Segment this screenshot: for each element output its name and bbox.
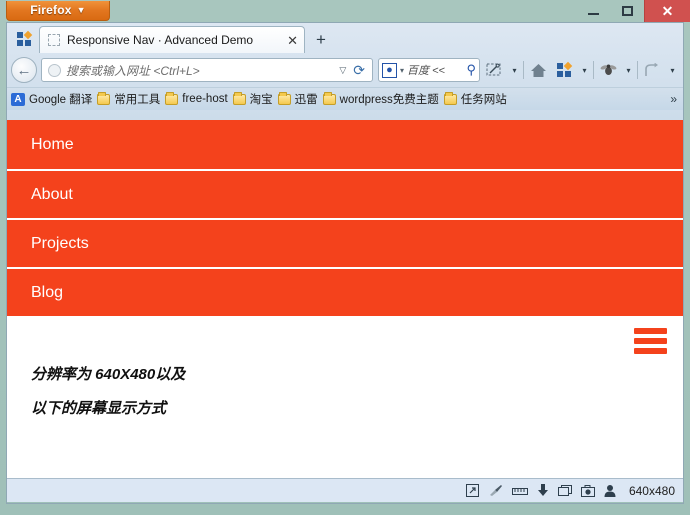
search-placeholder: << <box>432 65 445 77</box>
bookmark-item[interactable]: 常用工具 <box>97 91 160 107</box>
chevron-down-icon: ▼ <box>76 5 86 15</box>
bookmark-item[interactable]: 任务网站 <box>443 91 507 107</box>
firefox-menu-button[interactable]: Firefox ▼ <box>6 1 110 21</box>
folder-icon <box>232 91 246 105</box>
maximize-button[interactable] <box>610 0 644 22</box>
hamburger-bar <box>634 338 667 344</box>
search-engine-dropdown-icon[interactable]: ▾ <box>397 66 407 75</box>
camera-icon[interactable] <box>580 484 595 497</box>
home-icon <box>530 63 546 77</box>
favicon-placeholder-icon <box>48 34 60 46</box>
toolbar-divider <box>593 61 594 79</box>
content-line-2: 以下的屏幕显示方式 <box>31 400 167 417</box>
nav-item-projects[interactable]: Projects <box>7 218 683 267</box>
bookmark-item[interactable]: A Google 翻译 <box>11 91 92 107</box>
reload-icon[interactable]: ⟳ <box>353 62 368 79</box>
nav-item-home[interactable]: Home <box>7 120 683 169</box>
status-bar: 640x480 <box>7 478 683 502</box>
tab-strip: Responsive Nav · Advanced Demo ✕ + <box>7 23 683 53</box>
folder-icon <box>165 91 179 105</box>
bookmark-label: Google 翻译 <box>29 94 93 106</box>
site-navigation: Home About Projects Blog <box>7 120 683 316</box>
windows-stack-icon[interactable] <box>557 484 572 497</box>
bookmark-item[interactable]: wordpress免费主题 <box>322 91 439 107</box>
brush-icon[interactable] <box>488 484 503 497</box>
ruler-icon[interactable] <box>511 485 528 497</box>
page-viewport: Home About Projects Blog 分辨率为 640X480以及 … <box>7 120 683 478</box>
hamburger-icon[interactable] <box>634 328 667 354</box>
undo-arrow-icon <box>644 63 658 76</box>
firefox-menu-label: Firefox <box>30 3 72 17</box>
back-arrow-icon: ← <box>16 61 32 79</box>
screen-capture-icon <box>486 63 501 75</box>
url-bar[interactable]: 搜索或输入网址 <Ctrl+L> ▽ ⟳ <box>41 58 373 82</box>
debug-button[interactable] <box>596 57 620 83</box>
folder-icon <box>443 91 457 105</box>
undo-button[interactable] <box>640 57 664 83</box>
title-bar: Firefox ▼ ✕ <box>0 0 690 22</box>
app-grid-icon <box>16 30 32 47</box>
bookmark-item[interactable]: 迅雷 <box>277 91 318 107</box>
page-content: 分辨率为 640X480以及 以下的屏幕显示方式 <box>7 316 683 476</box>
nav-item-about[interactable]: About <box>7 169 683 218</box>
minimize-button[interactable] <box>576 0 610 22</box>
bookmark-label: wordpress免费主题 <box>339 94 439 106</box>
new-tab-button[interactable]: + <box>308 28 334 52</box>
undo-dropdown-icon[interactable]: ▾ <box>666 66 679 75</box>
nav-item-blog[interactable]: Blog <box>7 267 683 316</box>
bookmark-label: free-host <box>182 93 228 105</box>
back-button[interactable]: ← <box>11 57 37 83</box>
home-button[interactable] <box>526 57 550 83</box>
browser-window: Firefox ▼ ✕ Responsive Nav · Advanced Dem… <box>0 0 690 515</box>
browser-chrome: Responsive Nav · Advanced Demo ✕ + ← 搜索或… <box>6 22 684 120</box>
bookmark-label: 淘宝 <box>249 94 273 106</box>
folder-icon <box>322 91 336 105</box>
search-bar[interactable]: ● ▾ 百度 << ⚲ <box>378 58 480 82</box>
bookmark-label: 迅雷 <box>294 94 318 106</box>
resolution-label: 640x480 <box>628 483 675 498</box>
url-dropdown-icon[interactable]: ▽ <box>332 65 353 76</box>
bookmark-label: 常用工具 <box>114 94 161 106</box>
close-button[interactable]: ✕ <box>644 0 690 22</box>
search-icon[interactable]: ⚲ <box>466 62 476 78</box>
download-arrow-icon[interactable] <box>537 484 549 497</box>
toolbar-divider <box>637 61 638 79</box>
bookmarks-overflow-icon[interactable]: » <box>670 92 679 106</box>
bookmark-item[interactable]: free-host <box>165 91 228 105</box>
person-icon[interactable] <box>604 484 616 497</box>
app-grid-icon <box>556 61 572 78</box>
url-input[interactable]: 搜索或输入网址 <Ctrl+L> <box>66 62 332 79</box>
window-frame-bottom <box>6 502 684 504</box>
hamburger-bar <box>634 328 667 334</box>
folder-icon <box>97 91 111 105</box>
maximize-icon <box>621 6 633 16</box>
minimize-icon <box>587 13 599 15</box>
hamburger-bar <box>634 348 667 354</box>
search-input[interactable]: 百度 << <box>407 62 466 78</box>
content-line-1: 分辨率为 640X480以及 <box>31 366 186 383</box>
globe-icon <box>48 63 61 77</box>
bookmark-label: 任务网站 <box>460 94 507 106</box>
tab-responsive-nav[interactable]: Responsive Nav · Advanced Demo ✕ <box>39 26 305 53</box>
screen-capture-button[interactable] <box>482 57 506 83</box>
tab-close-icon[interactable]: ✕ <box>287 34 298 47</box>
close-icon: ✕ <box>661 2 674 19</box>
apps-dropdown-icon[interactable]: ▾ <box>578 66 591 75</box>
debug-dropdown-icon[interactable]: ▾ <box>622 66 635 75</box>
toolbar-divider <box>523 61 524 79</box>
app-list-button[interactable] <box>11 26 37 52</box>
translate-icon: A <box>11 92 25 106</box>
bookmarks-bar: A Google 翻译 常用工具 free-host 淘宝 迅雷 wordpre… <box>7 87 683 110</box>
navigation-toolbar: ← 搜索或输入网址 <Ctrl+L> ▽ ⟳ ● ▾ 百度 << ⚲ ▾ ▾ ▾… <box>7 53 683 87</box>
tab-title: Responsive Nav · Advanced Demo <box>67 33 254 47</box>
window-controls: ✕ <box>576 0 690 22</box>
search-engine-label: 百度 <box>407 65 430 77</box>
apps-button[interactable] <box>552 57 576 83</box>
bug-icon <box>600 64 616 75</box>
screen-capture-dropdown-icon[interactable]: ▾ <box>508 66 521 75</box>
bookmark-item[interactable]: 淘宝 <box>232 91 273 107</box>
folder-icon <box>277 91 291 105</box>
baidu-paw-icon: ● <box>382 62 397 78</box>
popout-icon[interactable] <box>465 484 479 497</box>
